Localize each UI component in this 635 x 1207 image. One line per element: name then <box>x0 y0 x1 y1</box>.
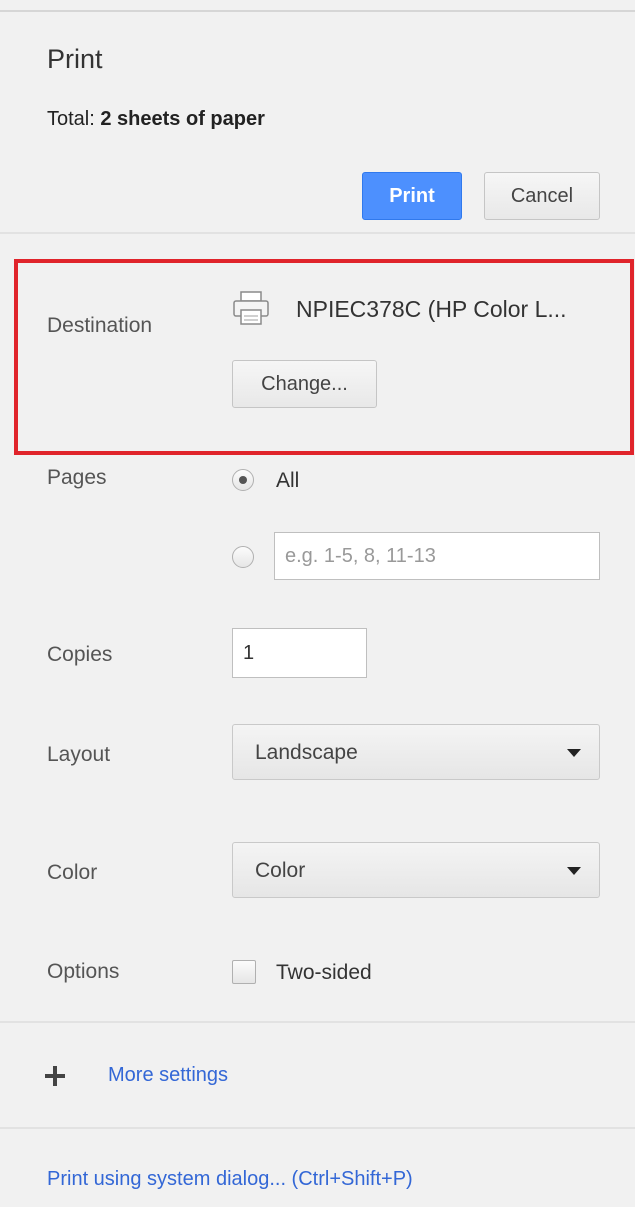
header-divider <box>0 232 635 234</box>
printer-icon <box>233 291 269 325</box>
cancel-button[interactable]: Cancel <box>484 172 600 220</box>
pages-custom-radio[interactable] <box>232 546 254 568</box>
change-destination-button[interactable]: Change... <box>232 360 377 408</box>
system-dialog-link[interactable]: Print using system dialog... (Ctrl+Shift… <box>47 1168 413 1191</box>
destination-printer-name: NPIEC378C (HP Color L... <box>296 296 567 322</box>
layout-label: Layout <box>47 743 111 766</box>
plus-icon[interactable] <box>45 1066 65 1086</box>
destination-highlight <box>14 259 634 455</box>
page-title: Print <box>47 44 103 74</box>
pages-label: Pages <box>47 466 107 489</box>
color-select[interactable]: Color <box>232 842 600 898</box>
pages-all-radio[interactable] <box>232 469 254 491</box>
more-settings-link[interactable]: More settings <box>108 1064 228 1087</box>
layout-select[interactable]: Landscape <box>232 724 600 780</box>
two-sided-label: Two-sided <box>276 961 372 984</box>
layout-selected-value: Landscape <box>255 741 358 764</box>
sheet-summary: Total: 2 sheets of paper <box>47 108 265 131</box>
copies-input[interactable] <box>232 628 367 678</box>
summary-prefix: Total: <box>47 108 95 130</box>
two-sided-checkbox[interactable] <box>232 960 256 984</box>
summary-value: 2 sheets of paper <box>100 108 265 130</box>
print-header: Print Total: 2 sheets of paper Print Can… <box>0 0 635 232</box>
radio-selected-dot <box>239 476 247 484</box>
copies-label: Copies <box>47 643 113 666</box>
destination-label: Destination <box>47 314 153 337</box>
color-label: Color <box>47 861 98 884</box>
footer-divider <box>0 1127 635 1129</box>
options-label: Options <box>47 960 120 983</box>
pages-all-label: All <box>276 469 300 492</box>
chevron-down-icon <box>567 749 581 757</box>
color-selected-value: Color <box>255 859 306 882</box>
settings-divider <box>0 1021 635 1023</box>
pages-custom-input[interactable] <box>274 532 600 580</box>
chevron-down-icon <box>567 867 581 875</box>
print-button[interactable]: Print <box>362 172 462 220</box>
